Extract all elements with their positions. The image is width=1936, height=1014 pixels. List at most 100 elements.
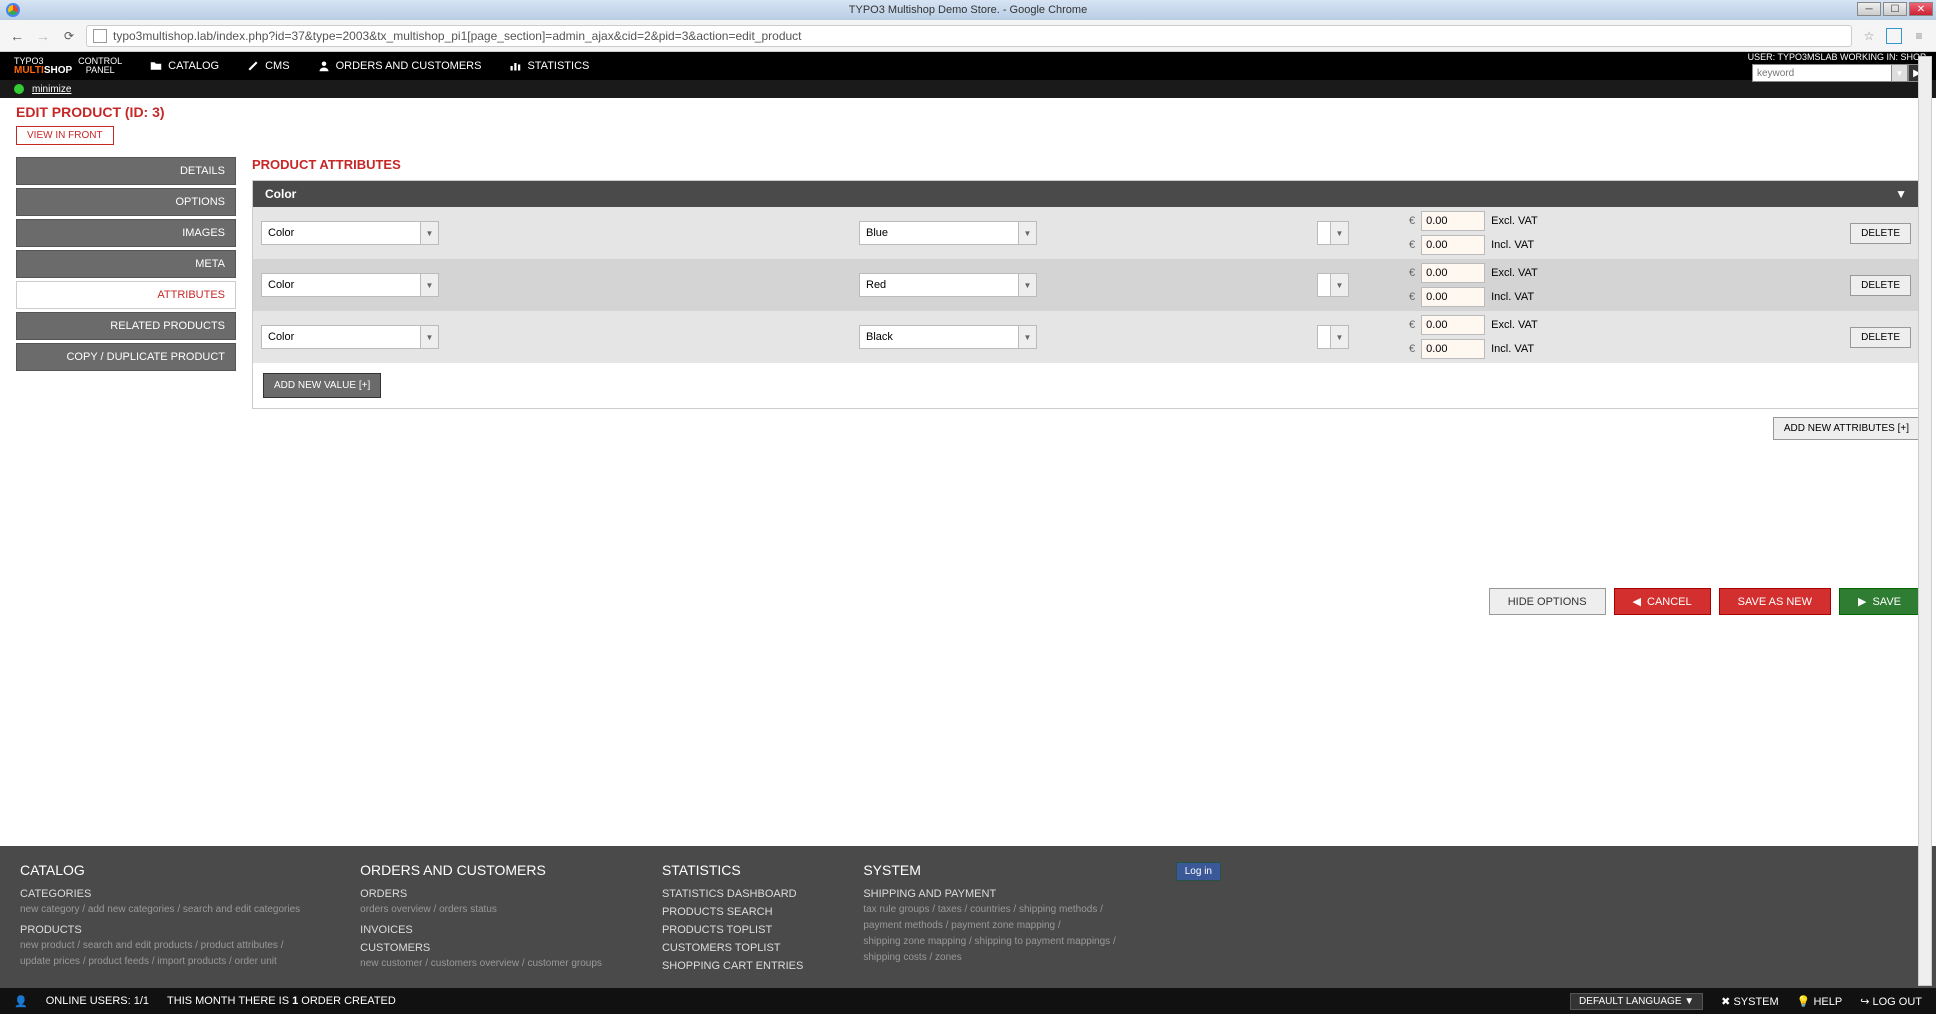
login-badge[interactable]: Log in xyxy=(1176,862,1221,881)
search-input[interactable] xyxy=(1752,64,1892,82)
side-tab-meta[interactable]: META xyxy=(16,250,236,278)
chevron-down-icon: ▼ xyxy=(1895,187,1907,201)
window-close-button[interactable]: ✕ xyxy=(1909,2,1933,16)
bookmark-star-icon[interactable]: ☆ xyxy=(1860,27,1878,45)
footer-customers-links[interactable]: new customer / customers overview / cust… xyxy=(360,956,602,972)
attribute-value-combo[interactable]: ▼ xyxy=(859,221,1037,245)
chevron-down-icon[interactable]: ▼ xyxy=(1019,325,1037,349)
attribute-row: ▼▼▼€Excl. VAT€Incl. VATDELETE xyxy=(253,259,1919,311)
attribute-name-combo[interactable]: ▼ xyxy=(261,273,439,297)
save-button[interactable]: ▶SAVE xyxy=(1839,588,1920,615)
attribute-row: ▼▼▼€Excl. VAT€Incl. VATDELETE xyxy=(253,207,1919,259)
price-sign-combo[interactable]: ▼ xyxy=(1317,273,1349,297)
attribute-value-combo[interactable]: ▼ xyxy=(859,273,1037,297)
add-new-value-button[interactable]: ADD NEW VALUE [+] xyxy=(263,373,381,398)
page-content: EDIT PRODUCT (ID: 3) VIEW IN FRONT DETAI… xyxy=(0,98,1936,846)
attribute-value-combo[interactable]: ▼ xyxy=(859,325,1037,349)
logo-panel: PANEL xyxy=(78,66,122,75)
extension-icon[interactable] xyxy=(1886,28,1902,44)
hide-options-button[interactable]: HIDE OPTIONS xyxy=(1489,588,1606,615)
chevron-down-icon[interactable]: ▼ xyxy=(421,325,439,349)
url-bar[interactable]: typo3multishop.lab/index.php?id=37&type=… xyxy=(86,25,1852,47)
minimize-link[interactable]: minimize xyxy=(32,84,71,95)
chevron-down-icon[interactable]: ▼ xyxy=(421,273,439,297)
save-as-new-button[interactable]: SAVE AS NEW xyxy=(1719,588,1831,615)
footer-system-links-1[interactable]: tax rule groups / taxes / countries / sh… xyxy=(863,902,1115,918)
nav-orders[interactable]: ORDERS AND CUSTOMERS xyxy=(318,60,482,72)
excl-vat-label: Excl. VAT xyxy=(1491,215,1538,227)
chrome-menu-icon[interactable]: ≡ xyxy=(1910,27,1928,45)
price-incl-input[interactable] xyxy=(1421,339,1485,359)
price-excl-input[interactable] xyxy=(1421,315,1485,335)
chevron-down-icon[interactable]: ▼ xyxy=(1019,221,1037,245)
attribute-name-combo[interactable]: ▼ xyxy=(261,221,439,245)
search-dropdown[interactable]: ▼ xyxy=(1892,64,1908,82)
attribute-name-combo[interactable]: ▼ xyxy=(261,325,439,349)
footer-products-links-2[interactable]: update prices / product feeds / import p… xyxy=(20,954,300,970)
chevron-down-icon[interactable]: ▼ xyxy=(1331,325,1349,349)
footer-categories-links[interactable]: new category / add new categories / sear… xyxy=(20,902,300,918)
price-sign-input[interactable] xyxy=(1317,221,1331,245)
nav-reload-button[interactable]: ⟳ xyxy=(60,27,78,45)
side-tab-attributes[interactable]: ATTRIBUTES xyxy=(16,281,236,309)
footer-products-links[interactable]: new product / search and edit products /… xyxy=(20,938,300,954)
attribute-name-input[interactable] xyxy=(261,221,421,245)
price-incl-input[interactable] xyxy=(1421,287,1485,307)
price-excl-input[interactable] xyxy=(1421,263,1485,283)
chevron-down-icon[interactable]: ▼ xyxy=(1331,221,1349,245)
footer-orders-links[interactable]: orders overview / orders status xyxy=(360,902,602,918)
app-logo[interactable]: TYPO3 MULTISHOP CONTROL PANEL xyxy=(14,57,122,76)
side-tab-images[interactable]: IMAGES xyxy=(16,219,236,247)
view-in-front-button[interactable]: VIEW IN FRONT xyxy=(16,126,114,145)
price-excl-input[interactable] xyxy=(1421,211,1485,231)
chevron-down-icon[interactable]: ▼ xyxy=(1019,273,1037,297)
side-tab-details[interactable]: DETAILS xyxy=(16,157,236,185)
window-minimize-button[interactable]: ─ xyxy=(1857,2,1881,16)
chevron-down-icon[interactable]: ▼ xyxy=(421,221,439,245)
nav-forward-button[interactable]: → xyxy=(34,27,52,45)
nav-back-button[interactable]: ← xyxy=(8,27,26,45)
incl-vat-label: Incl. VAT xyxy=(1491,291,1534,303)
nav-cms[interactable]: CMS xyxy=(247,60,289,72)
footer-system-links-2[interactable]: payment methods / payment zone mapping / xyxy=(863,918,1115,934)
footer-stats-cart[interactable]: SHOPPING CART ENTRIES xyxy=(662,960,803,972)
chevron-down-icon[interactable]: ▼ xyxy=(1331,273,1349,297)
side-tab-options[interactable]: OPTIONS xyxy=(16,188,236,216)
delete-button[interactable]: DELETE xyxy=(1850,327,1911,348)
footer-system-title: SYSTEM xyxy=(863,862,1115,878)
side-tab-copy-duplicate-product[interactable]: COPY / DUPLICATE PRODUCT xyxy=(16,343,236,371)
delete-button[interactable]: DELETE xyxy=(1850,275,1911,296)
help-link[interactable]: 💡 HELP xyxy=(1797,995,1843,1008)
side-tab-related-products[interactable]: RELATED PRODUCTS xyxy=(16,312,236,340)
language-selector[interactable]: DEFAULT LANGUAGE ▼ xyxy=(1570,993,1703,1010)
nav-catalog[interactable]: CATALOG xyxy=(150,60,219,72)
attribute-value-input[interactable] xyxy=(859,325,1019,349)
window-maximize-button[interactable]: ☐ xyxy=(1883,2,1907,16)
footer-stats-dashboard[interactable]: STATISTICS DASHBOARD xyxy=(662,888,803,900)
logout-link[interactable]: ↪ LOG OUT xyxy=(1860,995,1922,1008)
footer-stats-search[interactable]: PRODUCTS SEARCH xyxy=(662,906,803,918)
footer-system-links-4[interactable]: shipping costs / zones xyxy=(863,950,1115,966)
attribute-name-input[interactable] xyxy=(261,273,421,297)
attribute-value-input[interactable] xyxy=(859,273,1019,297)
footer-stats-customers[interactable]: CUSTOMERS TOPLIST xyxy=(662,942,803,954)
price-sign-combo[interactable]: ▼ xyxy=(1317,221,1349,245)
add-new-attributes-button[interactable]: ADD NEW ATTRIBUTES [+] xyxy=(1773,417,1920,440)
footer-system-links-3[interactable]: shipping zone mapping / shipping to paym… xyxy=(863,934,1115,950)
price-sign-input[interactable] xyxy=(1317,273,1331,297)
price-sign-input[interactable] xyxy=(1317,325,1331,349)
attribute-group-header[interactable]: Color ▼ xyxy=(253,181,1919,207)
price-sign-combo[interactable]: ▼ xyxy=(1317,325,1349,349)
vertical-scrollbar[interactable] xyxy=(1918,56,1932,986)
price-incl-input[interactable] xyxy=(1421,235,1485,255)
footer-catalog: CATALOG CATEGORIES new category / add ne… xyxy=(20,862,300,974)
save-label: SAVE xyxy=(1872,596,1901,608)
attribute-value-input[interactable] xyxy=(859,221,1019,245)
attribute-name-input[interactable] xyxy=(261,325,421,349)
month-orders: THIS MONTH THERE IS 1 ORDER CREATED xyxy=(167,995,396,1007)
footer-stats-toplist[interactable]: PRODUCTS TOPLIST xyxy=(662,924,803,936)
cancel-button[interactable]: ◀CANCEL xyxy=(1614,588,1711,615)
system-link[interactable]: ✖ SYSTEM xyxy=(1721,995,1779,1008)
delete-button[interactable]: DELETE xyxy=(1850,223,1911,244)
nav-statistics[interactable]: STATISTICS xyxy=(509,60,589,72)
